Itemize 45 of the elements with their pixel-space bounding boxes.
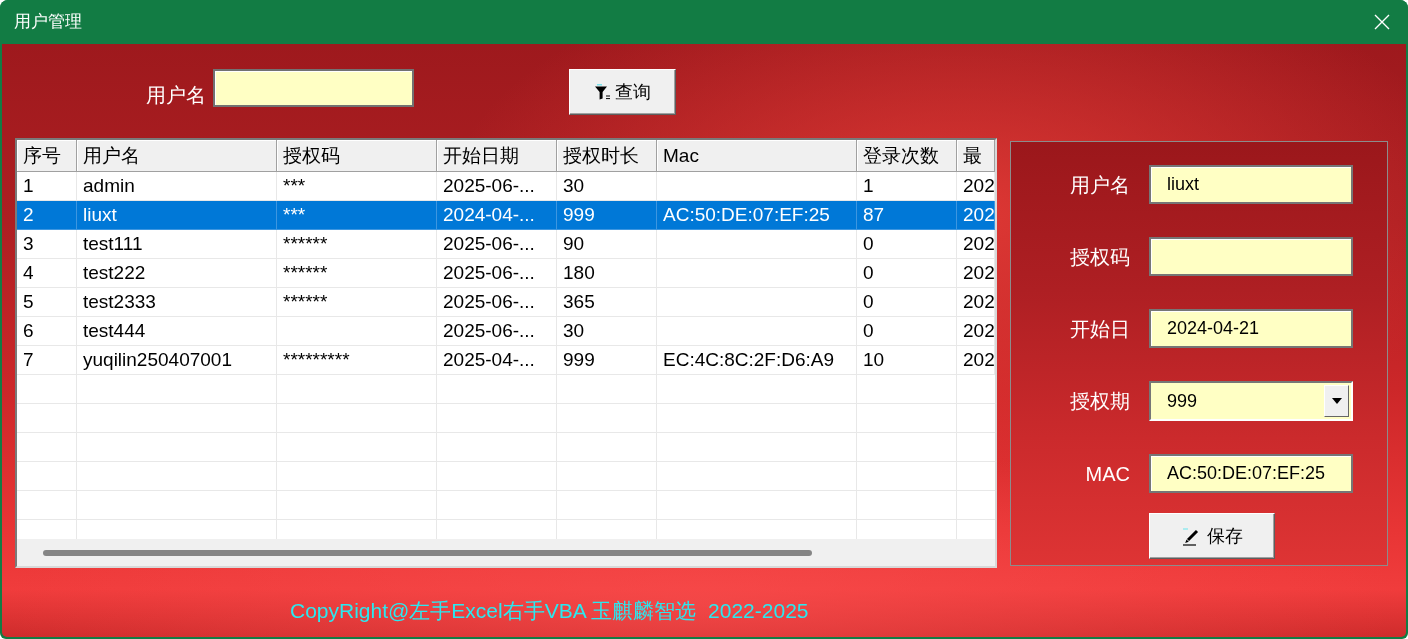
- horizontal-scrollbar[interactable]: [17, 539, 995, 566]
- column-header[interactable]: 序号: [17, 140, 77, 171]
- table-cell: 202: [957, 346, 995, 375]
- table-cell: 999: [557, 346, 657, 375]
- table-row[interactable]: 1 admin *** 2025-06-... 30 1 202: [17, 172, 995, 201]
- field-label: 授权期: [1070, 389, 1130, 413]
- field-label: 用户名: [1070, 172, 1130, 197]
- text-field[interactable]: [1149, 237, 1353, 276]
- combo-box[interactable]: 999: [1149, 381, 1353, 421]
- text-field[interactable]: AC:50:DE:07:EF:25: [1149, 454, 1353, 493]
- text-field[interactable]: 2024-04-21: [1149, 309, 1353, 348]
- field-label: 授权码: [1070, 244, 1130, 269]
- save-button[interactable]: 保存: [1149, 513, 1275, 559]
- column-header[interactable]: 开始日期: [437, 140, 557, 171]
- table-cell: yuqilin250407001: [77, 346, 277, 375]
- table-cell: EC:4C:8C:2F:D6:A9: [657, 346, 857, 375]
- table-row[interactable]: 2 liuxt *** 2024-04-... 999 AC:50:DE:07:EF:25 87 202: [17, 201, 995, 230]
- table-row[interactable]: 6 test444 2025-06-... 30 0 202: [17, 317, 995, 346]
- table-row[interactable]: 4 test222 ****** 2025-06-... 180 0 202: [17, 259, 995, 288]
- search-field[interactable]: [213, 69, 414, 107]
- table-cell: 10: [857, 346, 957, 375]
- query-button[interactable]: 查询: [569, 69, 676, 115]
- table-cell: 2025-04-...: [437, 346, 557, 375]
- window-title: 用户管理: [14, 11, 82, 33]
- filter-icon: [594, 84, 612, 100]
- column-header[interactable]: Mac: [657, 140, 857, 171]
- field-label: MAC: [1085, 461, 1130, 486]
- column-header[interactable]: 登录次数: [857, 140, 957, 171]
- close-icon[interactable]: [1374, 14, 1390, 30]
- table-cell: *********: [277, 346, 437, 375]
- scrollbar-thumb[interactable]: [43, 549, 812, 556]
- caret-icon: [1331, 398, 1342, 404]
- table-row[interactable]: 7 yuqilin250407001 ********* 2025-04-... 999 EC:4C:8C:2F:D6:A9 10 202: [17, 346, 995, 375]
- field-label: 开始日: [1070, 316, 1130, 341]
- dropdown-button[interactable]: [1324, 385, 1349, 417]
- table-cell: 7: [17, 346, 77, 375]
- column-header[interactable]: 最: [957, 140, 995, 171]
- search-label: 用户名: [146, 83, 206, 107]
- column-header[interactable]: 用户名: [77, 140, 277, 171]
- text-field[interactable]: liuxt: [1149, 165, 1353, 204]
- column-header[interactable]: 授权码: [277, 140, 437, 171]
- table-row[interactable]: 5 test2333 ****** 2025-06-... 365 0 202: [17, 288, 995, 317]
- column-header[interactable]: 授权时长: [557, 140, 657, 171]
- table-row[interactable]: 3 test111 ****** 2025-06-... 90 0 202: [17, 230, 995, 259]
- copyright-text: CopyRight@左手Excel右手VBA 玉麒麟智选 2022-2025: [290, 599, 809, 622]
